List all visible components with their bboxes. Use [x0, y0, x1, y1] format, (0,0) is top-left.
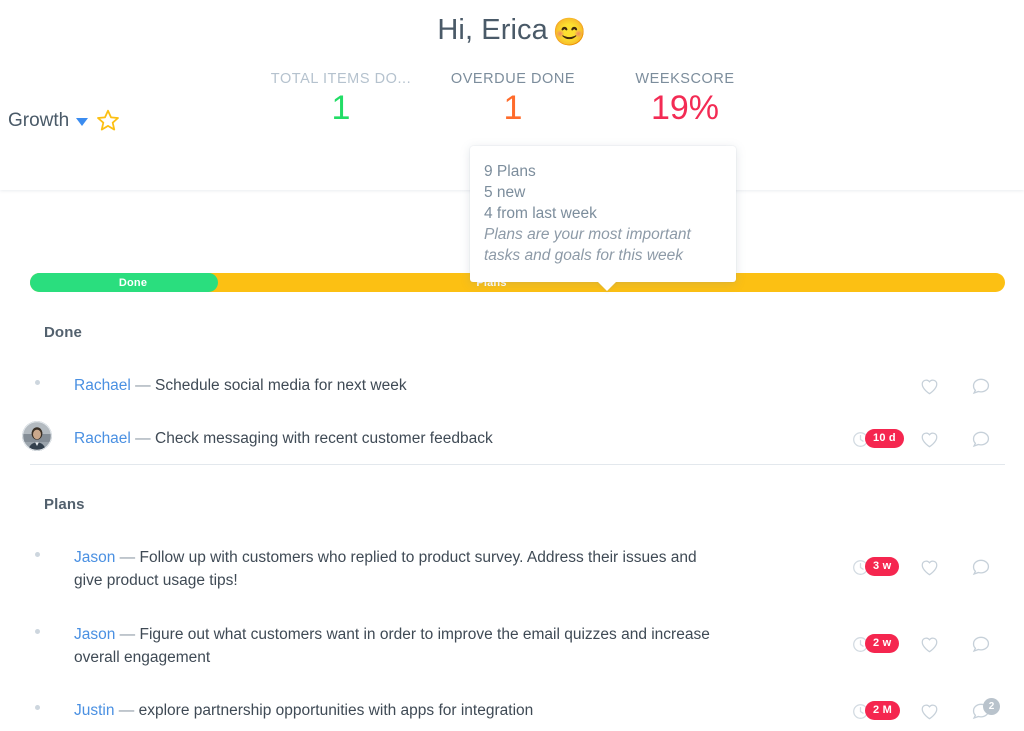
bullet-dot-icon [34, 705, 40, 710]
comment-button[interactable] [966, 635, 996, 654]
task-assignee[interactable]: Jason [74, 549, 115, 566]
progress-done-label: Done [118, 276, 148, 289]
avatar [22, 421, 52, 451]
weekly-review-page: Hi, Erica 😊 Growth TOTAL ITEMS DO... 1 OV… [0, 0, 1024, 731]
row-actions: 2 w [844, 632, 1024, 656]
comment-button[interactable]: 2 [966, 697, 1000, 721]
task-text: Rachael — Check messaging with recent cu… [74, 427, 714, 450]
page-title: Hi, Erica 😊 [0, 14, 1024, 48]
time-group[interactable]: 10 d [852, 428, 914, 450]
comment-bubble-icon [972, 431, 990, 447]
stat-value: 1 [331, 89, 351, 127]
task-assignee[interactable]: Rachael [74, 377, 131, 394]
task-assignee[interactable]: Rachael [74, 430, 131, 447]
like-button[interactable] [914, 559, 944, 576]
overdue-badge[interactable]: 10 d [865, 429, 904, 448]
task-description: Follow up with customers who replied to … [74, 549, 697, 589]
tooltip-plans-count: 9 Plans [484, 163, 536, 180]
bullet-dot-icon [34, 380, 40, 385]
task-description: explore partnership opportunities with a… [138, 702, 534, 719]
comment-button[interactable] [966, 377, 996, 396]
growth-selector[interactable]: Growth [8, 108, 121, 133]
task-row[interactable]: Jason — Follow up with customers who rep… [0, 546, 1024, 592]
task-row[interactable]: Jason — Figure out what customers want i… [0, 623, 1024, 669]
progress-segment-done[interactable]: Done [30, 273, 218, 292]
stat-value: 1 [503, 89, 523, 127]
overdue-badge[interactable]: 3 w [865, 557, 900, 576]
row-actions [844, 374, 1024, 398]
task-separator: — [130, 377, 155, 394]
heart-outline-icon [921, 637, 937, 652]
bullet-column [0, 699, 74, 710]
section-heading-plans: Plans [44, 496, 85, 513]
row-actions: 10 d [844, 427, 1024, 451]
comment-bubble-icon [972, 636, 990, 652]
heart-outline-icon [921, 560, 937, 575]
stat-label: WEEKSCORE [635, 71, 735, 87]
heart-outline-icon [921, 432, 937, 447]
bullet-column [0, 546, 74, 557]
stat-value: 19% [650, 89, 720, 127]
heart-outline-icon [921, 704, 937, 719]
overdue-badge[interactable]: 2 M [865, 701, 900, 720]
time-group[interactable]: 3 w [852, 556, 914, 578]
time-group [852, 375, 914, 397]
like-button[interactable] [914, 636, 944, 653]
comment-count-badge[interactable]: 2 [983, 697, 1000, 715]
growth-label: Growth [8, 109, 70, 131]
row-actions: 2 M 2 [844, 697, 1024, 723]
task-row[interactable]: Rachael — Schedule social media for next… [0, 374, 1024, 397]
chevron-down-icon[interactable] [76, 118, 89, 126]
stat-overdue-done: OVERDUE DONE 1 [438, 71, 588, 128]
bullet-column [0, 374, 74, 385]
bullet-dot-icon [34, 629, 40, 634]
task-separator: — [114, 702, 139, 719]
task-text: Justin — explore partnership opportuniti… [74, 699, 714, 722]
stat-weekscore: WEEKSCORE 19% [610, 71, 760, 128]
tooltip-arrow [597, 281, 617, 291]
bullet-column [0, 623, 74, 634]
bullet-column [0, 421, 74, 451]
like-button[interactable] [914, 378, 944, 395]
comment-bubble-icon [972, 559, 990, 575]
tooltip-new-count: 5 new [484, 184, 526, 201]
time-group[interactable]: 2 w [852, 633, 914, 655]
overdue-badge[interactable]: 2 w [865, 634, 900, 653]
stat-label: OVERDUE DONE [450, 71, 576, 87]
task-separator: — [115, 626, 140, 643]
task-separator: — [130, 430, 155, 447]
tooltip-description: Plans are your most important tasks and … [484, 226, 691, 264]
row-actions: 3 w [844, 555, 1024, 579]
task-text: Jason — Follow up with customers who rep… [74, 546, 714, 592]
comment-button[interactable] [966, 430, 996, 449]
stat-total-items-done: TOTAL ITEMS DO... 1 [266, 71, 416, 128]
like-button[interactable] [914, 703, 944, 720]
greeting-text: Hi, Erica [437, 14, 548, 46]
section-divider [30, 464, 1005, 465]
stats-row: TOTAL ITEMS DO... 1 OVERDUE DONE 1 WEEKS… [258, 71, 768, 128]
time-group[interactable]: 2 M [852, 700, 914, 722]
task-text: Rachael — Schedule social media for next… [74, 374, 714, 397]
star-outline-icon[interactable] [95, 108, 121, 133]
task-assignee[interactable]: Justin [74, 702, 115, 719]
tooltip-last-week-count: 4 from last week [484, 205, 597, 222]
task-description: Figure out what customers want in order … [74, 626, 710, 666]
like-button[interactable] [914, 431, 944, 448]
comment-button[interactable] [966, 558, 996, 577]
bullet-dot-icon [34, 552, 40, 557]
avatar-photo-icon [22, 421, 52, 451]
task-row[interactable]: Justin — explore partnership opportuniti… [0, 697, 1024, 723]
task-assignee[interactable]: Jason [74, 626, 115, 643]
comment-bubble-icon [972, 378, 990, 394]
task-description: Check messaging with recent customer fee… [155, 430, 493, 447]
heart-outline-icon [921, 379, 937, 394]
section-heading-done: Done [44, 324, 82, 341]
task-separator: — [115, 549, 140, 566]
task-description: Schedule social media for next week [155, 377, 407, 394]
smiling-face-emoji: 😊 [552, 17, 587, 47]
stat-label: TOTAL ITEMS DO... [270, 71, 412, 87]
plans-tooltip: 9 Plans 5 new 4 from last week Plans are… [470, 146, 736, 291]
task-text: Jason — Figure out what customers want i… [74, 623, 714, 669]
task-row[interactable]: Rachael — Check messaging with recent cu… [0, 421, 1024, 451]
